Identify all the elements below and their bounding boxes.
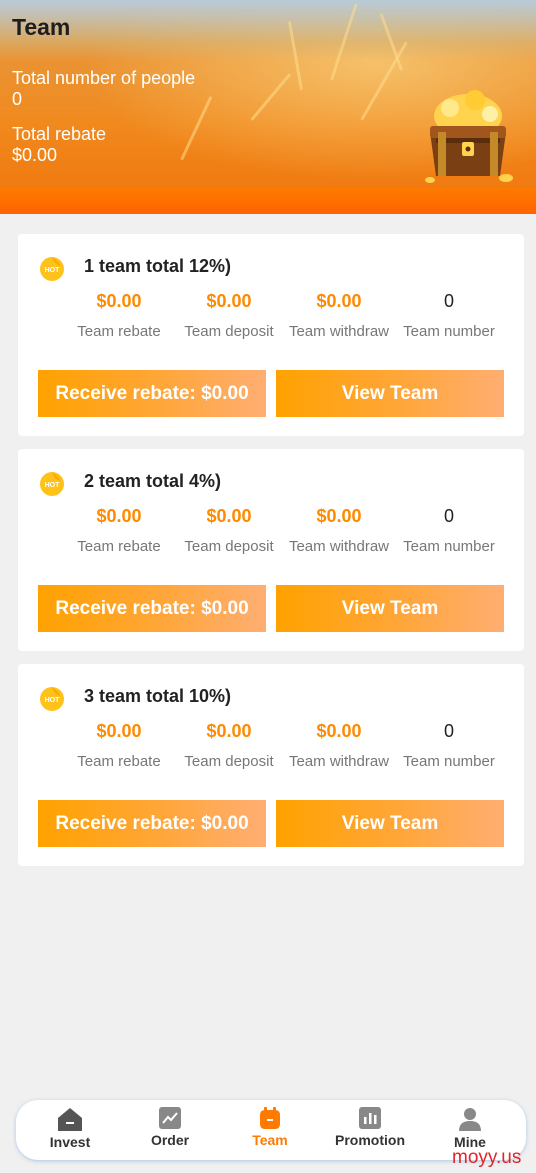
hot-badge-text: HOT bbox=[45, 267, 61, 274]
total-rebate-label: Total rebate bbox=[12, 124, 107, 144]
stat-label: Team rebate bbox=[77, 323, 161, 340]
stat-label: Team deposit bbox=[184, 538, 274, 555]
hot-badge-text: HOT bbox=[45, 697, 61, 704]
promotion-icon bbox=[359, 1107, 381, 1129]
treasure-chest-icon bbox=[425, 90, 513, 183]
team-card-2: HOT 2 team total 4%) $0.00 Team rebate $… bbox=[18, 449, 524, 651]
stat-label: Team rebate bbox=[77, 538, 161, 555]
team-rebate-stat: $0.00 Team rebate bbox=[61, 505, 177, 555]
bottom-tab-bar: Invest Order Team Promotion Mine bbox=[16, 1100, 526, 1160]
team-card-3: HOT 3 team total 10%) $0.00 Team rebate … bbox=[18, 664, 524, 866]
hot-badge-text: HOT bbox=[45, 482, 61, 489]
receive-rebate-button[interactable]: Receive rebate: $0.00 bbox=[38, 800, 266, 847]
stat-label: Team number bbox=[403, 538, 495, 555]
tab-team[interactable]: Team bbox=[220, 1106, 320, 1156]
tab-label: Invest bbox=[49, 1134, 91, 1150]
stat-label: Team withdraw bbox=[288, 538, 390, 555]
stat-label: Team withdraw bbox=[288, 753, 390, 770]
receive-rebate-button[interactable]: Receive rebate: $0.00 bbox=[38, 585, 266, 632]
team-card-title: 3 team total 10%) bbox=[84, 686, 232, 706]
team-icon bbox=[260, 1107, 280, 1129]
stat-label: Team deposit bbox=[184, 323, 274, 340]
watermark-text: moyy.us bbox=[452, 1147, 522, 1168]
mine-icon bbox=[459, 1108, 481, 1131]
stat-value: $0.00 bbox=[96, 721, 142, 741]
team-number-stat: 0 Team number bbox=[391, 505, 507, 555]
view-team-button[interactable]: View Team bbox=[276, 800, 504, 847]
team-withdraw-stat: $0.00 Team withdraw bbox=[281, 720, 397, 770]
view-team-button[interactable]: View Team bbox=[276, 370, 504, 417]
team-card-1: HOT 1 team total 12%) $0.00 Team rebate … bbox=[18, 234, 524, 436]
stat-label: Team withdraw bbox=[288, 323, 390, 340]
header-banner: Team Total number of people 0 Total reba… bbox=[0, 0, 536, 214]
hot-icon: HOT bbox=[40, 257, 64, 281]
hot-icon: HOT bbox=[40, 687, 64, 711]
tab-label: Order bbox=[150, 1132, 190, 1148]
stat-label: Team deposit bbox=[184, 753, 274, 770]
page-title: Team bbox=[12, 14, 71, 40]
stat-value: $0.00 bbox=[96, 506, 142, 526]
stat-value: $0.00 bbox=[206, 506, 252, 526]
receive-rebate-button[interactable]: Receive rebate: $0.00 bbox=[38, 370, 266, 417]
order-icon bbox=[159, 1107, 181, 1129]
stat-value: $0.00 bbox=[96, 291, 142, 311]
invest-icon bbox=[58, 1108, 82, 1131]
stat-label: Team number bbox=[403, 323, 495, 340]
total-rebate-value: $0.00 bbox=[12, 145, 58, 165]
team-card-title: 1 team total 12%) bbox=[84, 256, 232, 276]
team-deposit-stat: $0.00 Team deposit bbox=[171, 720, 287, 770]
view-team-button[interactable]: View Team bbox=[276, 585, 504, 632]
stat-value: 0 bbox=[443, 506, 454, 526]
team-withdraw-stat: $0.00 Team withdraw bbox=[281, 505, 397, 555]
stat-value: $0.00 bbox=[206, 721, 252, 741]
team-number-stat: 0 Team number bbox=[391, 720, 507, 770]
tab-order[interactable]: Order bbox=[120, 1106, 220, 1156]
total-people-value: 0 bbox=[12, 89, 23, 109]
stat-label: Team rebate bbox=[77, 753, 161, 770]
total-people-label: Total number of people bbox=[12, 68, 196, 88]
team-withdraw-stat: $0.00 Team withdraw bbox=[281, 290, 397, 340]
hot-icon: HOT bbox=[40, 472, 64, 496]
team-rebate-stat: $0.00 Team rebate bbox=[61, 720, 177, 770]
team-deposit-stat: $0.00 Team deposit bbox=[171, 505, 287, 555]
team-number-stat: 0 Team number bbox=[391, 290, 507, 340]
team-deposit-stat: $0.00 Team deposit bbox=[171, 290, 287, 340]
team-card-title: 2 team total 4%) bbox=[84, 471, 222, 491]
team-rebate-stat: $0.00 Team rebate bbox=[61, 290, 177, 340]
tab-promotion[interactable]: Promotion bbox=[320, 1106, 420, 1156]
tab-label: Team bbox=[252, 1132, 288, 1148]
tab-label: Promotion bbox=[335, 1132, 405, 1148]
stat-value: $0.00 bbox=[316, 506, 362, 526]
stat-value: 0 bbox=[443, 721, 454, 741]
stat-value: 0 bbox=[443, 291, 454, 311]
stat-label: Team number bbox=[403, 753, 495, 770]
stat-value: $0.00 bbox=[316, 291, 362, 311]
tab-invest[interactable]: Invest bbox=[20, 1106, 120, 1156]
stat-value: $0.00 bbox=[316, 721, 362, 741]
stat-value: $0.00 bbox=[206, 291, 252, 311]
